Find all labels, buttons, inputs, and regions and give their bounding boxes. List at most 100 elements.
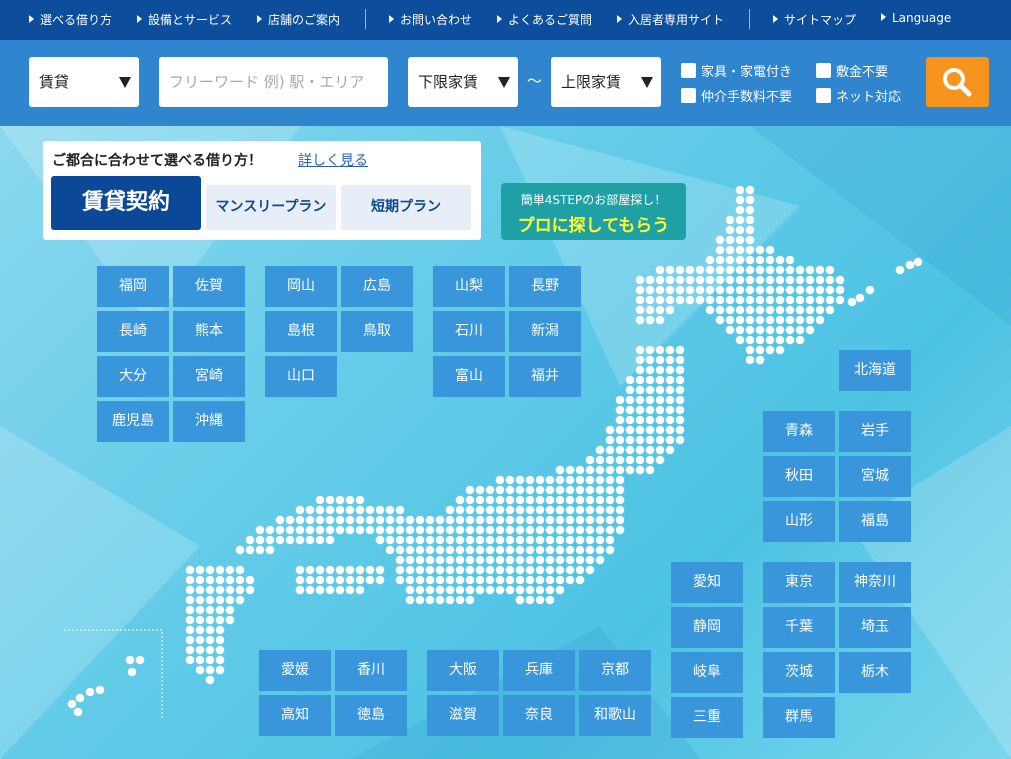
map-dot xyxy=(745,245,755,255)
rental-contract-button[interactable]: 賃貸契約 xyxy=(51,176,201,230)
pref-button-shiga[interactable]: 滋賀 xyxy=(427,695,499,736)
map-dot xyxy=(405,515,415,525)
furnished-checkbox[interactable]: 家具・家電付き xyxy=(681,61,792,80)
pro-search-button[interactable]: 簡単4STEPのお部屋探し！ プロに探してもらう xyxy=(501,183,686,240)
map-dot xyxy=(755,335,765,345)
short-term-plan-button[interactable]: 短期プラン xyxy=(341,185,471,230)
pref-button-yamanashi[interactable]: 山梨 xyxy=(433,266,505,307)
pref-button-kochi[interactable]: 高知 xyxy=(259,695,331,736)
map-dot xyxy=(745,335,755,345)
pref-button-miyagi[interactable]: 宮城 xyxy=(839,456,911,497)
pref-button-ehime[interactable]: 愛媛 xyxy=(259,650,331,691)
freeword-search-input[interactable] xyxy=(159,57,388,107)
nav-link-resident-site[interactable]: 入居者専用サイト xyxy=(617,11,724,28)
nav-link-faq[interactable]: よくあるご質問 xyxy=(497,11,592,28)
nav-link-stores[interactable]: 店舗のご案内 xyxy=(257,11,340,28)
pref-button-tokyo[interactable]: 東京 xyxy=(763,562,835,603)
pref-button-kagawa[interactable]: 香川 xyxy=(335,650,407,691)
pref-button-toyama[interactable]: 富山 xyxy=(433,356,505,397)
checkbox-icon[interactable] xyxy=(816,88,831,103)
pref-button-shizuoka[interactable]: 静岡 xyxy=(671,607,743,648)
pref-button-nagano[interactable]: 長野 xyxy=(509,266,581,307)
pref-button-tottori[interactable]: 鳥取 xyxy=(341,311,413,352)
checkbox-icon[interactable] xyxy=(681,88,696,103)
pref-button-yamagata[interactable]: 山形 xyxy=(763,501,835,542)
pref-button-saitama[interactable]: 埼玉 xyxy=(839,607,911,648)
map-dot xyxy=(415,525,425,535)
pref-button-gifu[interactable]: 岐阜 xyxy=(671,652,743,693)
map-dot xyxy=(755,245,765,255)
pref-button-tochigi[interactable]: 栃木 xyxy=(839,652,911,693)
no-deposit-checkbox[interactable]: 敷金不要 xyxy=(816,61,888,80)
internet-checkbox[interactable]: ネット対応 xyxy=(816,86,901,105)
property-type-select[interactable]: 賃貸 xyxy=(29,57,139,107)
pref-button-aomori[interactable]: 青森 xyxy=(763,411,835,452)
pref-button-okinawa[interactable]: 沖縄 xyxy=(173,401,245,442)
max-rent-select[interactable]: 上限家賃 xyxy=(551,57,661,107)
map-dot xyxy=(685,295,695,305)
pref-button-hiroshima[interactable]: 広島 xyxy=(341,266,413,307)
pref-button-ishikawa[interactable]: 石川 xyxy=(433,311,505,352)
pref-button-kagoshima[interactable]: 鹿児島 xyxy=(97,401,169,442)
pref-button-niigata[interactable]: 新潟 xyxy=(509,311,581,352)
pref-button-gunma[interactable]: 群馬 xyxy=(763,697,835,738)
pref-button-hyogo[interactable]: 兵庫 xyxy=(503,650,575,691)
map-dot xyxy=(465,595,475,605)
map-dot xyxy=(375,515,385,525)
pref-button-fukuoka[interactable]: 福岡 xyxy=(97,266,169,307)
pref-button-nara[interactable]: 奈良 xyxy=(503,695,575,736)
pref-button-nagasaki[interactable]: 長崎 xyxy=(97,311,169,352)
pref-button-yamaguchi[interactable]: 山口 xyxy=(265,356,337,397)
no-agent-fee-checkbox[interactable]: 仲介手数料不要 xyxy=(681,86,792,105)
map-dot xyxy=(455,565,465,575)
map-dot xyxy=(395,555,405,565)
pref-button-ibaraki[interactable]: 茨城 xyxy=(763,652,835,693)
pref-button-shimane[interactable]: 島根 xyxy=(265,311,337,352)
pref-button-osaka[interactable]: 大阪 xyxy=(427,650,499,691)
map-dot xyxy=(405,595,415,605)
map-dot xyxy=(455,545,465,555)
nav-link-language[interactable]: Language xyxy=(881,11,951,25)
map-dot xyxy=(595,505,605,515)
pref-button-hokkaido[interactable]: 北海道 xyxy=(839,350,911,391)
search-button[interactable] xyxy=(926,57,989,107)
map-dot xyxy=(605,515,615,525)
pref-button-kanagawa[interactable]: 神奈川 xyxy=(839,562,911,603)
pref-button-miyazaki[interactable]: 宮崎 xyxy=(173,356,245,397)
pref-button-chiba[interactable]: 千葉 xyxy=(763,607,835,648)
map-dot xyxy=(805,265,815,275)
pref-button-iwate[interactable]: 岩手 xyxy=(839,411,911,452)
map-dot xyxy=(775,255,785,265)
pref-button-wakayama[interactable]: 和歌山 xyxy=(579,695,651,736)
nav-link-facilities[interactable]: 設備とサービス xyxy=(137,11,232,28)
map-dot xyxy=(415,555,425,565)
monthly-plan-button[interactable]: マンスリープラン xyxy=(206,185,336,230)
map-dot xyxy=(825,295,835,305)
map-dot xyxy=(575,495,585,505)
checkbox-icon[interactable] xyxy=(681,63,696,78)
pref-button-okayama[interactable]: 岡山 xyxy=(265,266,337,307)
map-dot xyxy=(785,325,795,335)
map-dot xyxy=(595,445,605,455)
pref-button-mie[interactable]: 三重 xyxy=(671,697,743,738)
pref-button-fukushima[interactable]: 福島 xyxy=(839,501,911,542)
pref-button-aichi[interactable]: 愛知 xyxy=(671,562,743,603)
map-dot xyxy=(185,565,195,575)
nav-link-sitemap[interactable]: サイトマップ xyxy=(773,11,856,28)
pref-button-kyoto[interactable]: 京都 xyxy=(579,650,651,691)
pref-button-kumamoto[interactable]: 熊本 xyxy=(173,311,245,352)
nav-link-rental-plans[interactable]: 選べる借り方 xyxy=(29,11,112,28)
nav-link-contact[interactable]: お問い合わせ xyxy=(389,11,472,28)
map-dot xyxy=(655,405,665,415)
pref-button-fukui[interactable]: 福井 xyxy=(509,356,581,397)
map-dot xyxy=(525,565,535,575)
min-rent-select[interactable]: 下限家賃 xyxy=(408,57,518,107)
pref-button-saga[interactable]: 佐賀 xyxy=(173,266,245,307)
plans-more-link[interactable]: 詳しく見る xyxy=(298,150,368,170)
pref-button-tokushima[interactable]: 徳島 xyxy=(335,695,407,736)
pref-button-akita[interactable]: 秋田 xyxy=(763,456,835,497)
map-dot xyxy=(555,585,565,595)
checkbox-icon[interactable] xyxy=(816,63,831,78)
map-dot xyxy=(735,225,745,235)
pref-button-oita[interactable]: 大分 xyxy=(97,356,169,397)
